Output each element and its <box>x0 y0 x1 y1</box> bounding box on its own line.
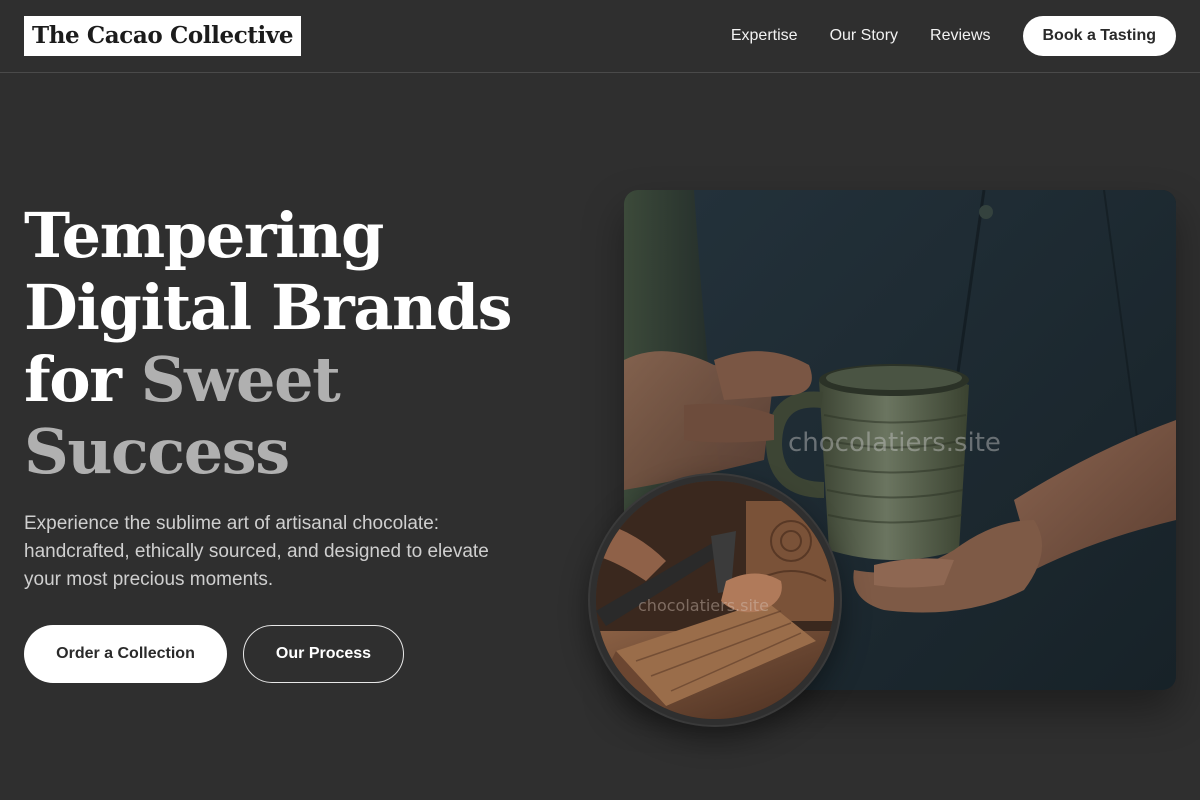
main-nav: Expertise Our Story Reviews Book a Tasti… <box>731 16 1176 56</box>
hero-title-line2: Digital Brands <box>24 271 513 344</box>
order-collection-button[interactable]: Order a Collection <box>24 625 227 683</box>
hero-description: Experience the sublime art of artisanal … <box>24 513 489 590</box>
hero-title-accent-sweet: Sweet <box>140 343 341 416</box>
hero-title-line3: for <box>24 343 141 416</box>
nav-link-reviews[interactable]: Reviews <box>930 27 990 45</box>
circle-image-watermark: chocolatiers.site <box>638 596 770 615</box>
nav-link-expertise[interactable]: Expertise <box>731 27 798 45</box>
nav-link-our-story[interactable]: Our Story <box>830 27 898 45</box>
hero-title: Tempering Digital Brands for Sweet Succe… <box>24 200 564 488</box>
main-image-watermark: chocolatiers.site <box>788 428 1001 458</box>
book-tasting-button[interactable]: Book a Tasting <box>1022 16 1176 56</box>
hero-title-accent-success: Success <box>24 415 290 488</box>
our-process-button[interactable]: Our Process <box>243 625 404 683</box>
site-header: The Cacao Collective Expertise Our Story… <box>0 0 1200 73</box>
logo[interactable]: The Cacao Collective <box>24 16 302 56</box>
hero-title-line1: Tempering <box>24 199 384 272</box>
